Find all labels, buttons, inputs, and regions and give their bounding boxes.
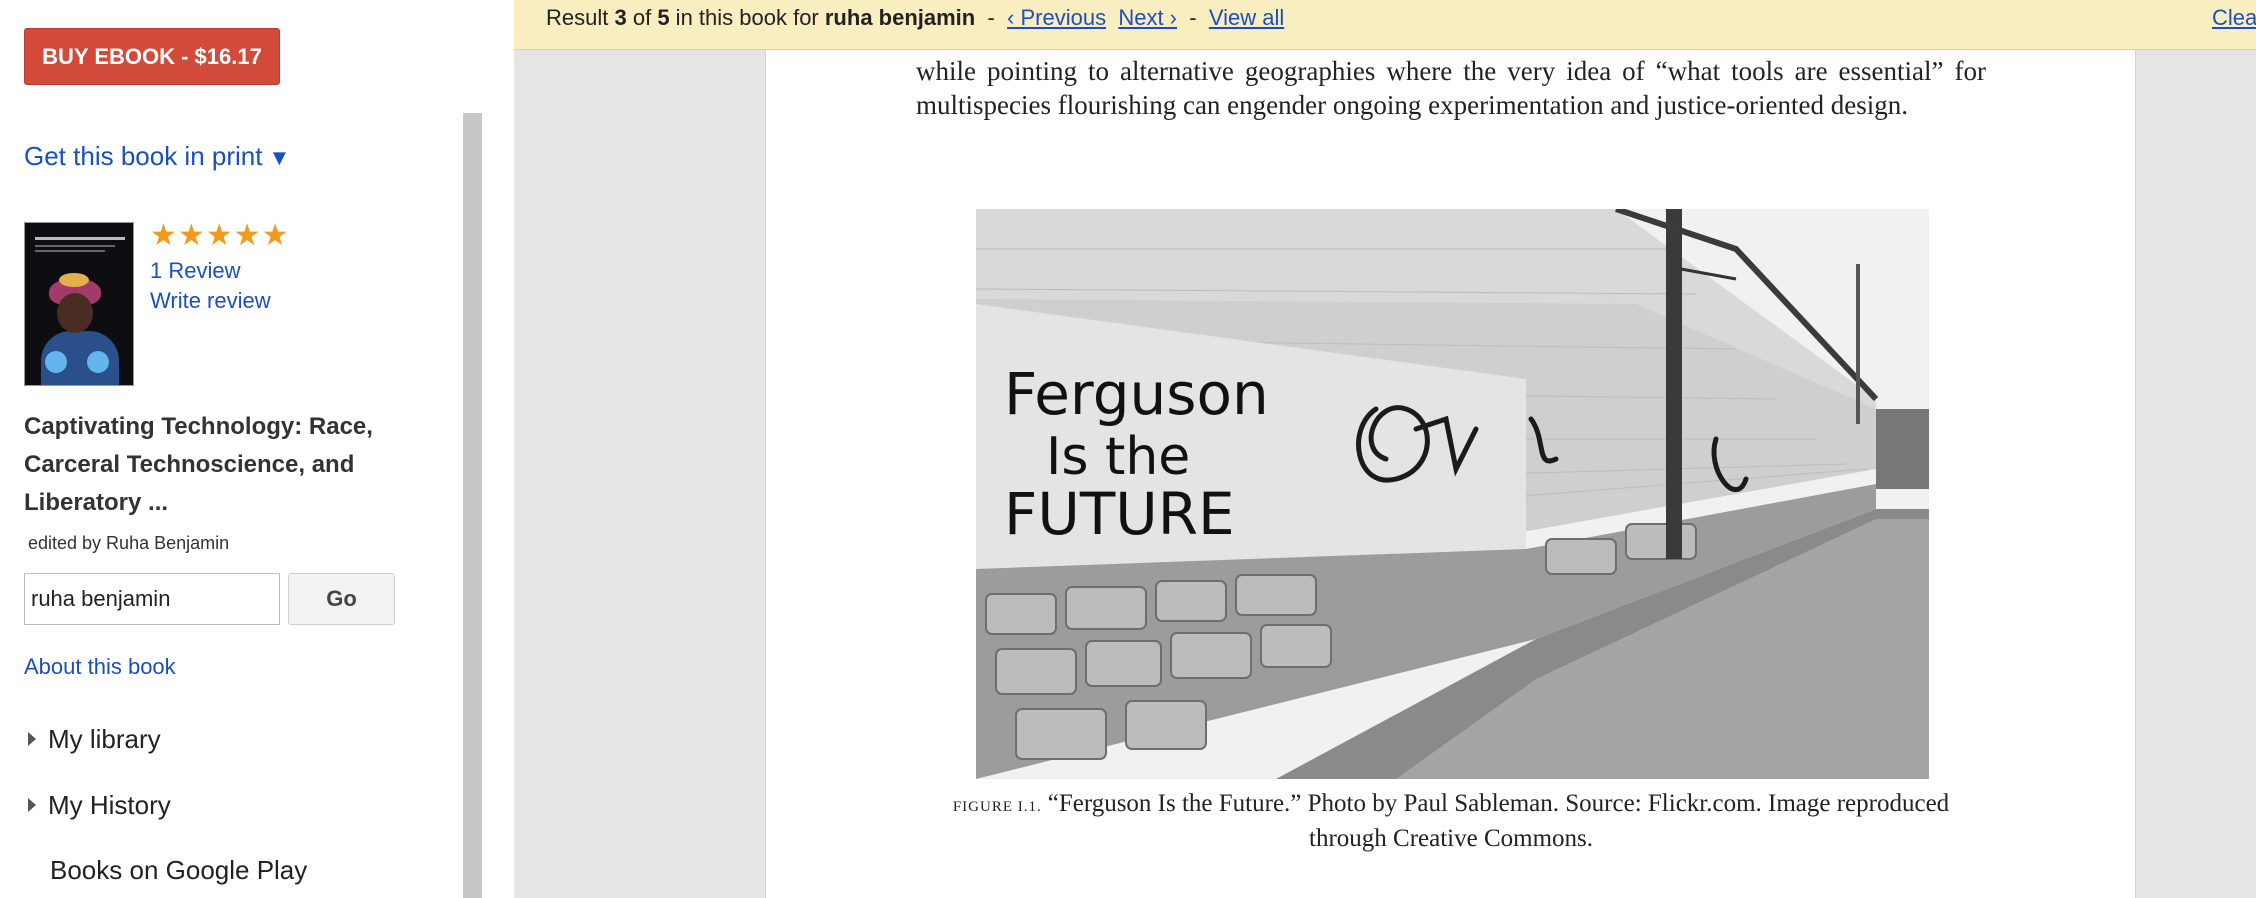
star-rating-icon: ★★★★★ bbox=[150, 219, 290, 252]
search-result-bar: Result 3 of 5 in this book for ruha benj… bbox=[514, 0, 2256, 50]
view-all-results-link[interactable]: View all bbox=[1209, 5, 1284, 30]
figure-caption-text: “Ferguson Is the Future.” Photo by Paul … bbox=[1047, 790, 1950, 852]
book-cover-thumbnail[interactable] bbox=[24, 222, 134, 386]
nav-my-history[interactable]: My History bbox=[28, 790, 171, 821]
cover-figure-headwrap-accent bbox=[59, 273, 89, 287]
next-result-link[interactable]: Next › bbox=[1118, 5, 1177, 30]
caret-right-icon bbox=[28, 798, 36, 813]
result-separator: - bbox=[981, 5, 1001, 30]
result-of: of bbox=[626, 5, 658, 30]
clear-search-link[interactable]: Clea bbox=[2212, 0, 2256, 36]
figure-photo-graffiti-alley: Ferguson Is the FUTURE bbox=[976, 209, 1929, 779]
caret-right-icon bbox=[28, 732, 36, 747]
sidebar-scrollbar-thumb[interactable] bbox=[464, 113, 482, 898]
previous-result-link[interactable]: ‹ Previous bbox=[1007, 5, 1106, 30]
page-body-text: while pointing to alternative geographie… bbox=[916, 56, 1986, 120]
triangle-down-icon: ▼ bbox=[268, 145, 291, 170]
book-editor: edited by Ruha Benjamin bbox=[28, 533, 230, 553]
graffiti-text-line-1: Ferguson bbox=[1004, 360, 1269, 428]
figure-label: FIGURE I.1. bbox=[952, 799, 1042, 815]
cover-title-line bbox=[35, 237, 125, 240]
search-result-summary: Result 3 of 5 in this book for ruha benj… bbox=[546, 0, 1284, 36]
get-book-in-print-link[interactable]: Get this book in print ▼ bbox=[24, 141, 290, 172]
nav-my-library-label: My library bbox=[48, 724, 161, 754]
cover-subtitle-line bbox=[35, 245, 115, 247]
nav-my-library[interactable]: My library bbox=[28, 724, 161, 755]
cover-figure-face bbox=[57, 293, 93, 333]
cover-figure-glow bbox=[87, 351, 109, 373]
write-review-link[interactable]: Write review bbox=[150, 288, 271, 314]
graffiti-text-line-3: FUTURE bbox=[1004, 480, 1235, 548]
figure-caption: FIGURE I.1. “Ferguson Is the Future.” Pho… bbox=[916, 788, 1986, 855]
sidebar: BUY EBOOK - $16.17 Get this book in prin… bbox=[0, 0, 483, 898]
get-print-label: Get this book in print bbox=[24, 141, 263, 171]
result-separator: - bbox=[1183, 5, 1203, 30]
cover-subtitle-line bbox=[35, 250, 105, 252]
cover-figure-glow bbox=[45, 351, 67, 373]
result-prefix: Result bbox=[546, 5, 615, 30]
book-viewer: while pointing to alternative geographie… bbox=[514, 0, 2256, 898]
about-this-book-link[interactable]: About this book bbox=[24, 654, 176, 680]
buy-ebook-button[interactable]: BUY EBOOK - $16.17 bbox=[24, 28, 280, 85]
graffiti-text-line-2: Is the bbox=[1046, 427, 1190, 487]
result-query: ruha benjamin bbox=[824, 5, 976, 30]
book-title: Captivating Technology: Race, Carceral T… bbox=[24, 413, 373, 516]
review-count-link[interactable]: 1 Review bbox=[150, 258, 240, 284]
result-in-book: in this book for bbox=[669, 5, 825, 30]
nav-my-history-label: My History bbox=[48, 790, 171, 820]
result-current-index: 3 bbox=[614, 5, 627, 30]
result-total-count: 5 bbox=[657, 5, 670, 30]
book-page: while pointing to alternative geographie… bbox=[765, 50, 2136, 898]
search-go-button[interactable]: Go bbox=[288, 573, 395, 625]
search-in-book-input[interactable] bbox=[24, 573, 280, 625]
nav-books-on-google-play[interactable]: Books on Google Play bbox=[50, 855, 307, 886]
